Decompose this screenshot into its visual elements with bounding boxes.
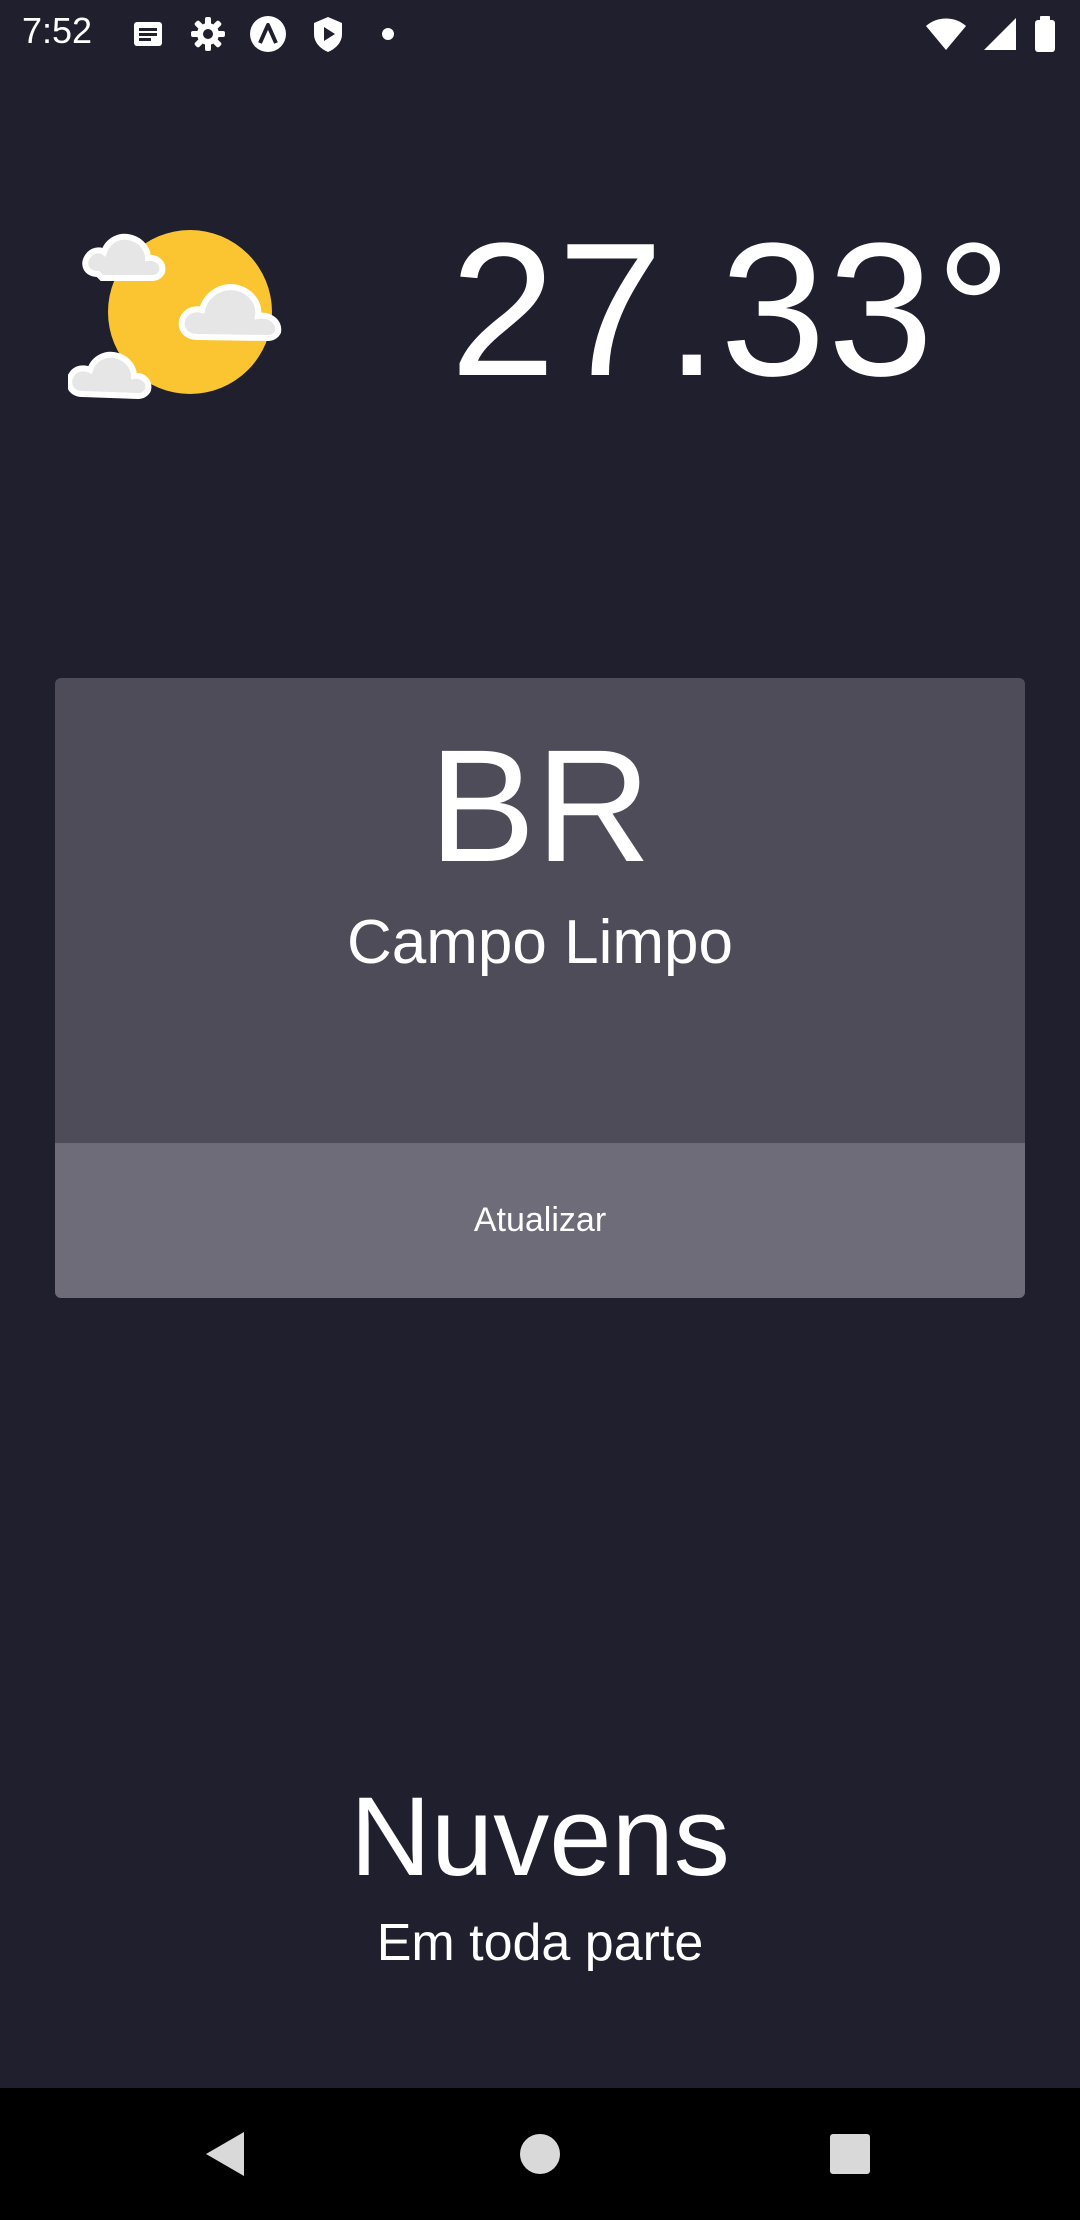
weather-description: Em toda parte: [376, 1914, 704, 1972]
settings-gear-icon: [191, 17, 225, 51]
app-a-icon: [250, 16, 286, 52]
city-name: Campo Limpo: [347, 908, 733, 977]
partly-cloudy-icon: [68, 230, 282, 400]
refresh-button[interactable]: Atualizar: [55, 1143, 1025, 1298]
status-notification-icons: [128, 14, 408, 54]
navigation-bar: [0, 2088, 1080, 2220]
location-card-body: BR Campo Limpo: [55, 678, 1025, 1143]
status-time: 7:52: [22, 10, 93, 51]
back-icon: [206, 2132, 244, 2176]
recents-button[interactable]: [790, 2088, 910, 2220]
battery-icon: [1035, 16, 1055, 52]
weather-condition: Nuvens: [350, 1774, 730, 1899]
cell-signal-icon: [984, 18, 1016, 50]
temperature-value: 27.33°: [450, 204, 1014, 416]
recents-icon: [830, 2134, 870, 2174]
location-card: BR Campo Limpo Atualizar: [55, 678, 1025, 1298]
dot-icon: [382, 28, 394, 40]
home-button[interactable]: [480, 2088, 600, 2220]
country-code: BR: [428, 716, 652, 895]
status-system-icons: [924, 14, 1058, 54]
wifi-icon: [926, 18, 966, 50]
shield-play-icon: [314, 17, 342, 52]
notes-icon: [134, 22, 162, 46]
status-bar: 7:52: [0, 0, 1080, 66]
home-icon: [520, 2134, 560, 2174]
back-button[interactable]: [165, 2088, 285, 2220]
